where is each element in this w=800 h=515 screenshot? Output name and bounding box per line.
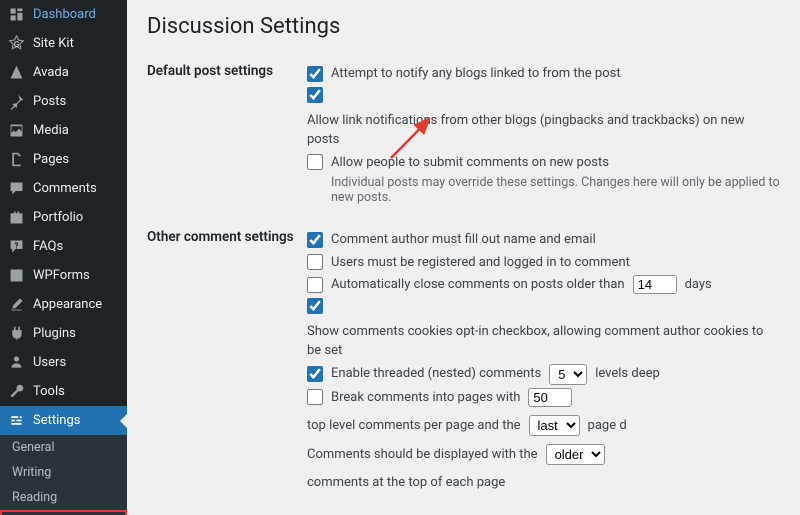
sidebar-item-label: Media [33,123,69,138]
option-label: Allow link notifications from other blog… [307,111,780,150]
checkbox-users-registered[interactable] [307,254,323,270]
appearance-icon [8,296,25,313]
main-content: Discussion Settings Default post setting… [127,0,800,515]
submenu-item-reading[interactable]: Reading [0,485,127,510]
option-label-suffix: comments at the top of each page [307,473,505,493]
sidebar-item-plugins[interactable]: Plugins [0,319,127,348]
sidebar-item-label: Pages [33,152,69,167]
sidebar-item-label: FAQs [33,239,63,254]
sidebar-item-label: WPForms [33,268,90,283]
sidebar-item-tools[interactable]: Tools [0,377,127,406]
option-label: Comments should be displayed with the [307,445,538,465]
admin-sidebar: Dashboard G Site Kit Avada Posts Media P… [0,0,127,515]
tools-icon [8,383,25,400]
select-comment-order[interactable]: older [546,444,605,465]
sitekit-icon: G [8,35,25,52]
option-label: Users must be registered and logged in t… [331,253,630,273]
page-title: Discussion Settings [147,14,780,39]
submenu-item-discussion[interactable]: Discussion [0,510,127,515]
sidebar-item-label: Posts [33,94,66,109]
sidebar-item-label: Dashboard [33,7,96,22]
sidebar-item-label: Plugins [33,326,76,341]
input-per-page[interactable] [528,388,572,407]
sidebar-item-label: Avada [33,65,69,80]
sidebar-item-media[interactable]: Media [0,116,127,145]
sidebar-item-comments[interactable]: Comments [0,174,127,203]
settings-form: Default post settings Attempt to notify … [147,57,780,515]
option-label-mid: top level comments per page and the [307,416,521,436]
sidebar-item-pages[interactable]: Pages [0,145,127,174]
sidebar-item-posts[interactable]: Posts [0,87,127,116]
svg-text:G: G [14,40,20,50]
option-label-suffix: days [685,275,712,295]
sidebar-item-wpforms[interactable]: WPForms [0,261,127,290]
section-note: Individual posts may override these sett… [331,175,780,205]
sidebar-item-dashboard[interactable]: Dashboard [0,0,127,29]
select-thread-depth[interactable]: 5 [549,364,587,385]
faqs-icon [8,238,25,255]
option-label: Enable threaded (nested) comments [331,364,541,384]
sidebar-item-label: Users [33,355,66,370]
input-close-days[interactable] [633,275,677,294]
checkbox-threaded[interactable] [307,366,323,382]
sidebar-item-users[interactable]: Users [0,348,127,377]
plugins-icon [8,325,25,342]
checkbox-notify-blogs[interactable] [307,66,323,82]
checkbox-allow-comments[interactable] [307,154,323,170]
submenu-item-general[interactable]: General [0,435,127,460]
select-default-page[interactable]: last [529,415,580,436]
pin-icon [8,93,25,110]
checkbox-allow-pingbacks[interactable] [307,87,323,103]
option-label: Automatically close comments on posts ol… [331,275,625,295]
sidebar-item-label: Comments [33,181,97,196]
sidebar-item-avada[interactable]: Avada [0,58,127,87]
option-label: Break comments into pages with [331,388,520,408]
checkbox-cookies-optin[interactable] [307,298,323,314]
section-heading-default-post: Default post settings [147,57,307,223]
submenu-item-writing[interactable]: Writing [0,460,127,485]
option-label: Allow people to submit comments on new p… [331,153,609,173]
pages-icon [8,151,25,168]
option-label: Comment author must fill out name and em… [331,230,596,250]
checkbox-paginate[interactable] [307,389,323,405]
wpforms-icon [8,267,25,284]
checkbox-author-name-email[interactable] [307,232,323,248]
option-label-suffix: page d [588,416,627,436]
sidebar-item-faqs[interactable]: FAQs [0,232,127,261]
avada-icon [8,64,25,81]
section-heading-other: Other comment settings [147,223,307,514]
settings-icon [8,412,25,429]
media-icon [8,122,25,139]
sidebar-item-label: Settings [33,413,80,428]
sidebar-item-settings[interactable]: Settings [0,406,127,435]
comments-icon [8,180,25,197]
portfolio-icon [8,209,25,226]
checkbox-auto-close[interactable] [307,277,323,293]
option-label: Attempt to notify any blogs linked to fr… [331,64,621,84]
settings-submenu: General Writing Reading Discussion [0,435,127,515]
sidebar-item-label: Portfolio [33,210,83,225]
sidebar-item-label: Appearance [33,297,102,312]
option-label-suffix: levels deep [595,364,660,384]
sidebar-item-sitekit[interactable]: G Site Kit [0,29,127,58]
sidebar-item-label: Site Kit [33,36,74,51]
dashboard-icon [8,6,25,23]
users-icon [8,354,25,371]
sidebar-item-appearance[interactable]: Appearance [0,290,127,319]
option-label: Show comments cookies opt-in checkbox, a… [307,322,780,361]
sidebar-item-portfolio[interactable]: Portfolio [0,203,127,232]
sidebar-item-label: Tools [33,384,65,399]
